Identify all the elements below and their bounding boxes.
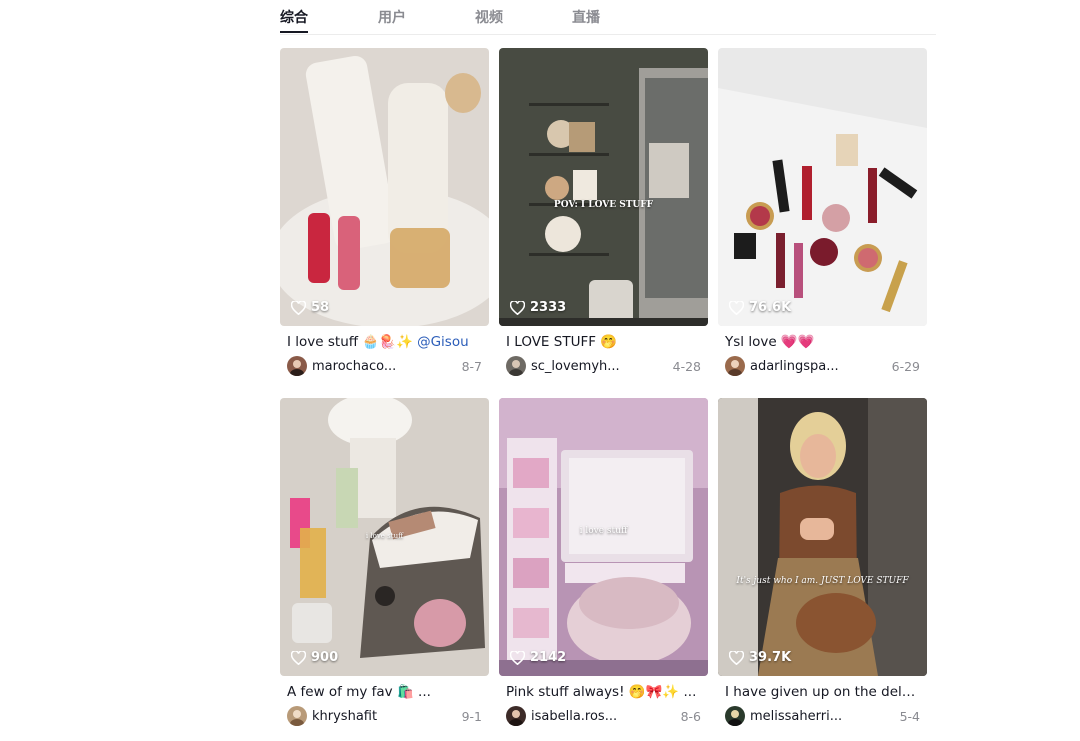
author-name[interactable]: sc_lovemyh... [531,359,673,374]
post-date: 5-4 [899,708,920,724]
caption-text: I have given up on the delusi... [725,684,921,700]
caption-text: A few of my fav 🛍️ ... [287,684,431,700]
author-name[interactable]: adarlingspa... [750,359,892,374]
video-meta: sc_lovemyh... 4-28 [506,356,701,376]
thumbnail-image [718,398,927,676]
overlay-caption-text: It's just who I am. JUST LOVE STUFF [736,576,909,586]
like-count-value: 2333 [530,300,567,315]
video-caption[interactable]: A few of my fav 🛍️ ... [287,684,483,702]
video-card: POV: I LOVE STUFF 2333 I LOVE STUFF 🤭 sc… [499,48,708,376]
caption-text: Ysl love 💗💗 [725,334,815,350]
tab-videos[interactable]: 视频 [475,7,503,27]
like-count-value: 58 [311,300,330,315]
author-name[interactable]: marochaco... [312,359,462,374]
tab-comprehensive[interactable]: 综合 [280,7,308,27]
video-meta: khryshafit 9-1 [287,706,482,726]
avatar[interactable] [506,356,526,376]
post-date: 9-1 [461,708,482,724]
video-card: It's just who I am. JUST LOVE STUFF 39.7… [718,398,927,726]
video-overlay-text: POV: I LOVE STUFF [553,200,654,210]
tab-live[interactable]: 直播 [572,7,600,27]
avatar[interactable] [287,356,307,376]
heart-icon [291,300,306,315]
video-overlay-text: i love stuff [579,526,628,536]
video-thumbnail[interactable]: i love stuff 900 [280,398,489,676]
video-thumbnail[interactable]: 76.6K [718,48,927,326]
like-count: 2142 [510,650,566,665]
video-caption[interactable]: I love stuff 🧁🪼✨ @Gisou [287,334,483,352]
video-meta: adarlingspa... 6-29 [725,356,920,376]
heart-icon [510,650,525,665]
like-count-value: 900 [311,650,339,665]
video-meta: melissaherri... 5-4 [725,706,920,726]
heart-icon [729,650,744,665]
like-count-value: 2142 [530,650,567,665]
caption-text: Pink stuff always! 🤭🎀✨ ... [506,684,697,700]
heart-icon [729,300,744,315]
like-count: 76.6K [729,300,791,315]
thumbnail-image [718,48,927,326]
video-card: 58 I love stuff 🧁🪼✨ @Gisou marochaco... … [280,48,489,376]
thumbnail-image [499,398,708,676]
video-caption[interactable]: I have given up on the delusi... [725,684,921,702]
author-name[interactable]: melissaherri... [750,709,900,724]
like-count: 58 [291,300,329,315]
video-overlay-text: It's just who I am. JUST LOVE STUFF [718,576,927,586]
video-overlay-text: i love stuff [365,532,404,540]
video-card: i love stuff 900 A few of my fav 🛍️ ... … [280,398,489,726]
search-tabs: 综合 用户 视频 直播 [280,0,936,35]
author-name[interactable]: isabella.ros... [531,709,681,724]
thumbnail-image [280,48,489,326]
thumbnail-image [499,48,708,326]
caption-text: I love stuff 🧁🪼✨ [287,334,413,350]
video-caption[interactable]: Pink stuff always! 🤭🎀✨ ... [506,684,702,702]
video-card: 76.6K Ysl love 💗💗 adarlingspa... 6-29 [718,48,927,376]
video-meta: isabella.ros... 8-6 [506,706,701,726]
avatar[interactable] [725,706,745,726]
heart-icon [291,650,306,665]
post-date: 4-28 [672,358,701,374]
avatar[interactable] [725,356,745,376]
post-date: 8-6 [680,708,701,724]
like-count: 2333 [510,300,566,315]
author-name[interactable]: khryshafit [312,709,462,724]
avatar[interactable] [506,706,526,726]
heart-icon [510,300,525,315]
like-count-value: 76.6K [749,300,792,315]
caption-mention-link[interactable]: @Gisou [417,334,469,350]
post-date: 8-7 [461,358,482,374]
video-caption[interactable]: Ysl love 💗💗 [725,334,921,352]
video-card: i love stuff 2142 Pink stuff always! 🤭🎀✨… [499,398,708,726]
video-thumbnail[interactable]: It's just who I am. JUST LOVE STUFF 39.7… [718,398,927,676]
video-thumbnail[interactable]: 58 [280,48,489,326]
active-tab-indicator [280,31,308,33]
post-date: 6-29 [891,358,920,374]
video-thumbnail[interactable]: i love stuff 2142 [499,398,708,676]
video-meta: marochaco... 8-7 [287,356,482,376]
avatar[interactable] [287,706,307,726]
like-count-value: 39.7K [749,650,792,665]
caption-text: I LOVE STUFF 🤭 [506,334,618,350]
like-count: 39.7K [729,650,791,665]
tab-users[interactable]: 用户 [378,7,406,27]
video-caption[interactable]: I LOVE STUFF 🤭 [506,334,702,352]
like-count: 900 [291,650,338,665]
video-thumbnail[interactable]: POV: I LOVE STUFF 2333 [499,48,708,326]
